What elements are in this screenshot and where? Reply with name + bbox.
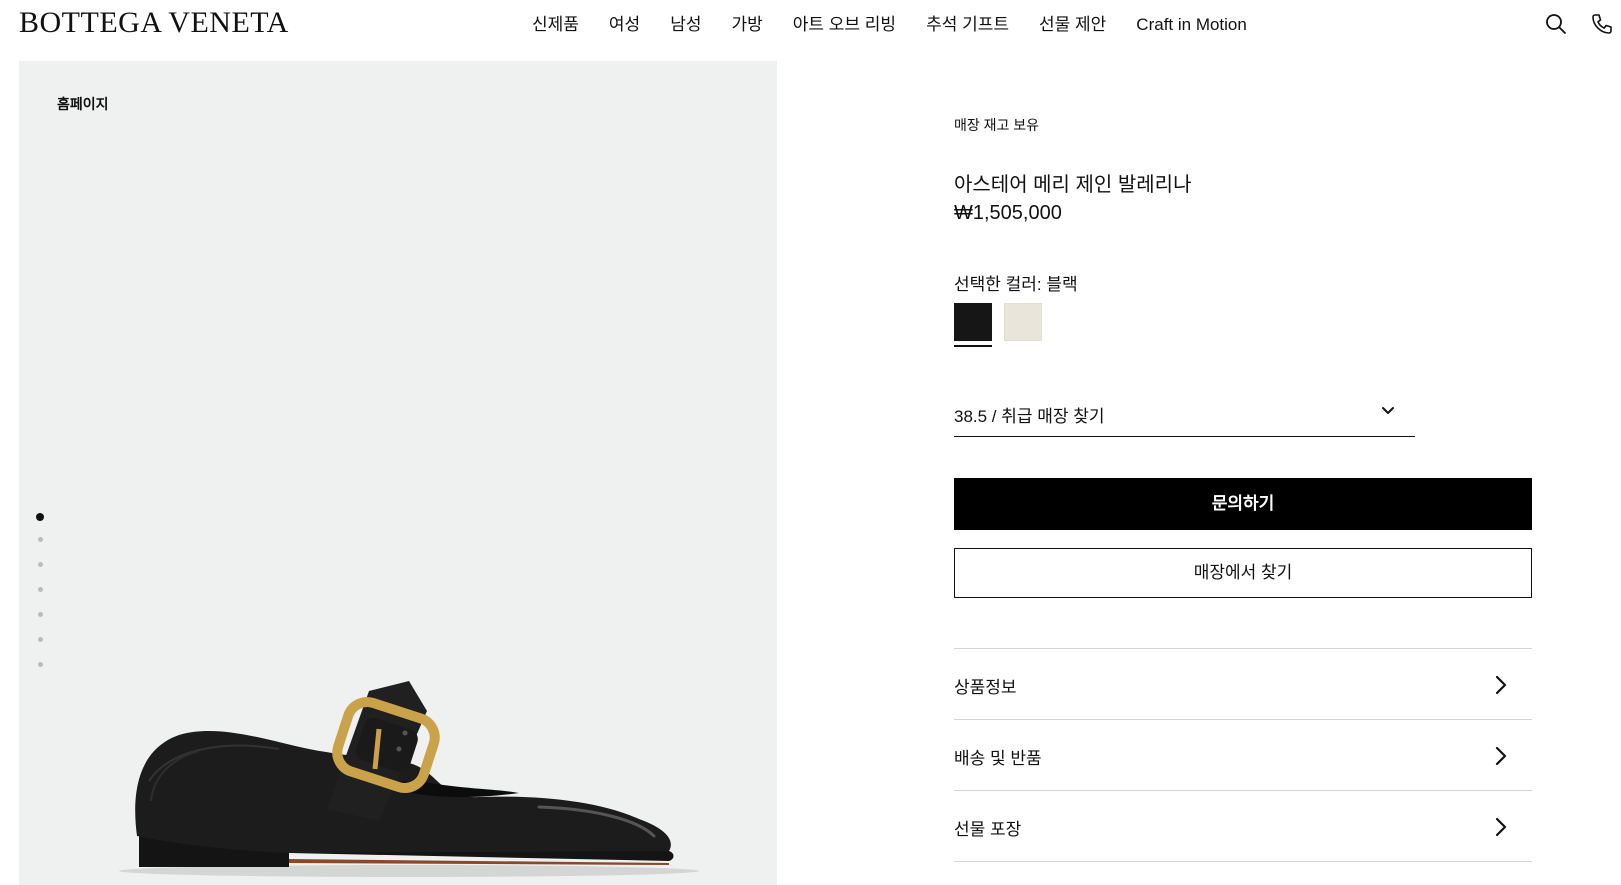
product-info-panel: 매장 재고 보유 아스테어 메리 제인 발레리나 ₩1,505,000 선택한 … xyxy=(954,0,1534,885)
gallery-dot[interactable] xyxy=(37,587,43,592)
stock-status: 매장 재고 보유 xyxy=(954,117,1040,133)
chevron-right-icon xyxy=(1495,675,1507,695)
find-in-store-button[interactable]: 매장에서 찾기 xyxy=(954,548,1532,598)
gallery-pagination xyxy=(36,513,44,687)
product-details-accordion: 상품정보 배송 및 반품 선물 포장 xyxy=(954,648,1532,862)
nav-item-women[interactable]: 여성 xyxy=(609,14,640,36)
accordion-label: 배송 및 반품 xyxy=(954,749,1042,768)
selected-color-label: 선택한 컬러: 블랙 xyxy=(954,275,1078,294)
chevron-down-icon xyxy=(1382,407,1394,414)
color-swatch-cream[interactable] xyxy=(1004,303,1042,341)
product-image-shoe xyxy=(119,681,699,877)
selected-swatch-indicator xyxy=(954,345,992,347)
size-select-dropdown[interactable]: 38.5 / 취급 매장 찾기 xyxy=(954,392,1415,437)
gallery-dot[interactable] xyxy=(37,662,43,667)
nav-item-bags[interactable]: 가방 xyxy=(731,14,762,36)
accordion-label: 선물 포장 xyxy=(954,820,1022,839)
product-gallery[interactable]: 홈페이지 xyxy=(19,61,777,885)
gallery-dot[interactable] xyxy=(37,537,43,542)
brand-logo[interactable]: BOTTEGA VENETA xyxy=(19,6,289,40)
chevron-right-icon xyxy=(1495,817,1507,837)
gallery-dot[interactable] xyxy=(36,513,44,521)
accordion-shipping-returns[interactable]: 배송 및 반품 xyxy=(954,720,1532,791)
gallery-dot[interactable] xyxy=(37,612,43,617)
accordion-label: 상품정보 xyxy=(954,678,1017,697)
product-price: ₩1,505,000 xyxy=(954,202,1062,224)
inquire-button[interactable]: 문의하기 xyxy=(954,478,1532,530)
nav-item-men[interactable]: 남성 xyxy=(670,14,701,36)
gallery-dot[interactable] xyxy=(37,637,43,642)
breadcrumb-home[interactable]: 홈페이지 xyxy=(57,94,109,114)
product-name: 아스테어 메리 제인 발레리나 xyxy=(954,174,1192,196)
phone-icon[interactable] xyxy=(1590,12,1614,36)
nav-item-art-of-living[interactable]: 아트 오브 리빙 xyxy=(793,14,896,36)
color-swatch-black[interactable] xyxy=(954,303,992,341)
gallery-dot[interactable] xyxy=(37,562,43,567)
search-icon[interactable] xyxy=(1544,12,1568,36)
accordion-gift-wrapping[interactable]: 선물 포장 xyxy=(954,791,1532,862)
size-select-value: 38.5 / 취급 매장 찾기 xyxy=(954,407,1105,426)
chevron-right-icon xyxy=(1495,746,1507,766)
accordion-product-info[interactable]: 상품정보 xyxy=(954,649,1532,720)
nav-item-new[interactable]: 신제품 xyxy=(532,14,579,36)
